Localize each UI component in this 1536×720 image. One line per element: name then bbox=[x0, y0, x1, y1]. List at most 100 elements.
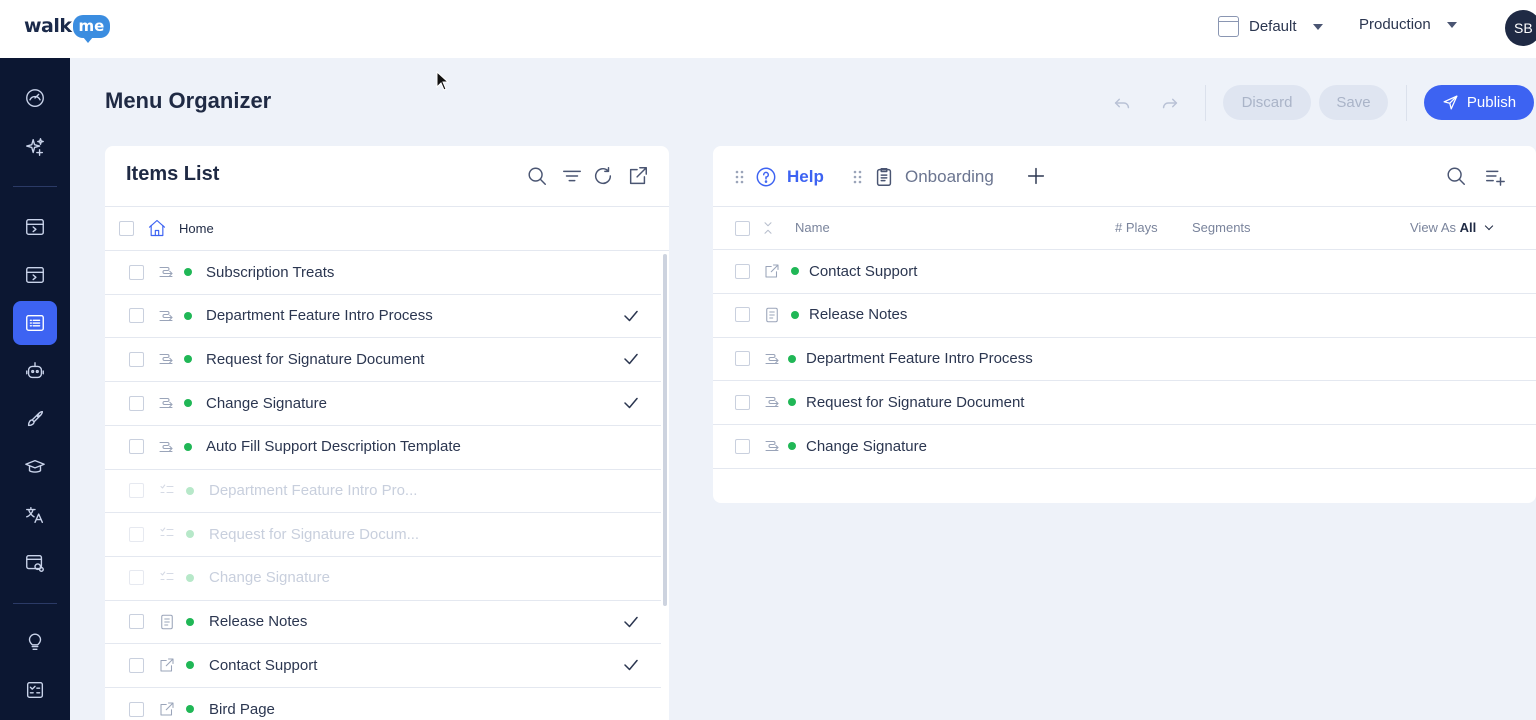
list-item[interactable]: Bird Page bbox=[129, 687, 659, 720]
list-item[interactable]: Request for Signature Docum... bbox=[129, 512, 659, 556]
items-list-title: Items List bbox=[126, 163, 220, 185]
view-as-value: All bbox=[1459, 220, 1477, 235]
list-item[interactable]: Department Feature Intro Pro... bbox=[129, 469, 659, 513]
select-all-checkbox[interactable] bbox=[735, 220, 750, 236]
sidebar-divider bbox=[13, 603, 57, 604]
add-item-list-icon[interactable] bbox=[1484, 165, 1506, 187]
bot-icon[interactable] bbox=[13, 349, 57, 393]
list-item-label: Request for Signature Document bbox=[206, 350, 425, 368]
status-dot bbox=[184, 442, 192, 451]
list-item[interactable]: Change Signature bbox=[129, 381, 659, 425]
layout-icon bbox=[1218, 16, 1239, 37]
status-dot bbox=[788, 398, 796, 407]
mouse-cursor-icon bbox=[436, 71, 450, 91]
environment-selector-label: Production bbox=[1359, 16, 1431, 33]
row-checkbox[interactable] bbox=[129, 483, 144, 498]
list-item[interactable]: Release Notes bbox=[129, 600, 659, 644]
menu-item[interactable]: Change Signature bbox=[735, 424, 1525, 468]
ai-sparkle-icon[interactable] bbox=[13, 125, 57, 169]
menu-item[interactable]: Contact Support bbox=[735, 249, 1525, 293]
menu-item[interactable]: Request for Signature Document bbox=[735, 380, 1525, 424]
menu-item-label: Release Notes bbox=[809, 306, 908, 324]
menu-item-label: Contact Support bbox=[809, 262, 918, 280]
row-checkbox[interactable] bbox=[735, 263, 750, 279]
list-item[interactable]: Change Signature bbox=[129, 556, 659, 600]
row-checkbox[interactable] bbox=[129, 264, 144, 280]
list-item[interactable]: Contact Support bbox=[129, 643, 659, 687]
page-title: Menu Organizer bbox=[105, 88, 272, 113]
menu-item[interactable]: Department Feature Intro Process bbox=[735, 337, 1525, 381]
external-link-icon bbox=[157, 699, 177, 719]
menu-organizer-icon[interactable] bbox=[13, 301, 57, 345]
dashboard-gauge-icon[interactable] bbox=[13, 76, 57, 120]
row-checkbox[interactable] bbox=[735, 351, 750, 367]
list-item-label: Department Feature Intro Pro... bbox=[209, 482, 418, 499]
send-icon bbox=[1443, 95, 1458, 110]
discard-button[interactable]: Discard bbox=[1223, 85, 1311, 120]
home-row[interactable]: Home bbox=[119, 206, 214, 250]
refresh-icon[interactable] bbox=[592, 165, 614, 187]
divider bbox=[713, 468, 1536, 469]
row-checkbox[interactable] bbox=[129, 614, 144, 630]
tab-onboarding[interactable]: Onboarding bbox=[853, 164, 994, 190]
insights-icon[interactable] bbox=[13, 541, 57, 585]
add-tab-icon[interactable] bbox=[1025, 165, 1047, 187]
undo-icon[interactable] bbox=[1111, 92, 1133, 114]
row-checkbox[interactable] bbox=[735, 438, 750, 454]
row-checkbox[interactable] bbox=[129, 526, 144, 542]
walkme-logo[interactable]: walk me bbox=[24, 12, 111, 43]
status-dot bbox=[791, 267, 799, 275]
menu-item[interactable]: Release Notes bbox=[735, 293, 1525, 337]
launcher-rocket-icon[interactable] bbox=[13, 397, 57, 441]
row-checkbox[interactable] bbox=[129, 570, 144, 586]
view-as-dropdown[interactable]: View As All bbox=[1410, 220, 1494, 235]
publish-button[interactable]: Publish bbox=[1424, 85, 1534, 120]
checklist-icon[interactable] bbox=[13, 668, 57, 712]
column-segments[interactable]: Segments bbox=[1192, 220, 1251, 235]
list-item[interactable]: Subscription Treats bbox=[129, 250, 659, 294]
row-checkbox[interactable] bbox=[119, 220, 134, 236]
row-checkbox[interactable] bbox=[735, 307, 750, 323]
save-button[interactable]: Save bbox=[1319, 85, 1388, 120]
column-name[interactable]: Name bbox=[795, 220, 830, 235]
external-link-icon[interactable] bbox=[627, 165, 649, 187]
user-avatar[interactable]: SB bbox=[1505, 10, 1536, 46]
ideas-bulb-icon[interactable] bbox=[13, 620, 57, 664]
list-item-label: Change Signature bbox=[206, 394, 327, 412]
tab-help[interactable]: Help bbox=[735, 164, 824, 190]
column-plays[interactable]: # Plays bbox=[1115, 220, 1158, 235]
scrollbar[interactable] bbox=[663, 254, 667, 606]
list-icon bbox=[157, 481, 177, 501]
collapse-expand-icon[interactable] bbox=[758, 218, 778, 238]
walkthru-icon[interactable] bbox=[13, 253, 57, 297]
list-item[interactable]: Request for Signature Document bbox=[129, 337, 659, 381]
filter-icon[interactable] bbox=[561, 165, 583, 187]
system-selector-label: Default bbox=[1249, 18, 1297, 35]
row-checkbox[interactable] bbox=[129, 439, 144, 455]
tab-help-label: Help bbox=[787, 167, 824, 186]
search-icon[interactable] bbox=[526, 165, 548, 187]
row-checkbox[interactable] bbox=[129, 351, 144, 367]
publish-button-label: Publish bbox=[1466, 94, 1517, 111]
list-item[interactable]: Department Feature Intro Process bbox=[129, 294, 659, 338]
drag-handle-icon[interactable] bbox=[735, 169, 745, 185]
header-divider bbox=[1205, 85, 1206, 121]
search-icon[interactable] bbox=[1445, 165, 1467, 187]
chevron-down-icon bbox=[1312, 23, 1323, 30]
smart-walkthru-icon[interactable] bbox=[13, 205, 57, 249]
environment-selector[interactable]: Production bbox=[1359, 16, 1457, 33]
translate-icon[interactable] bbox=[13, 493, 57, 537]
row-checkbox[interactable] bbox=[129, 701, 144, 717]
menu-item-label: Department Feature Intro Process bbox=[806, 350, 1033, 368]
training-cap-icon[interactable] bbox=[13, 445, 57, 489]
row-checkbox[interactable] bbox=[129, 395, 144, 411]
drag-handle-icon[interactable] bbox=[853, 169, 863, 185]
redo-icon[interactable] bbox=[1159, 92, 1181, 114]
list-icon bbox=[157, 524, 177, 544]
list-item[interactable]: Auto Fill Support Description Template bbox=[129, 425, 659, 469]
row-checkbox[interactable] bbox=[735, 394, 750, 410]
system-selector[interactable]: Default bbox=[1218, 16, 1323, 37]
row-checkbox[interactable] bbox=[129, 657, 144, 673]
status-dot bbox=[184, 268, 192, 276]
row-checkbox[interactable] bbox=[129, 308, 144, 324]
